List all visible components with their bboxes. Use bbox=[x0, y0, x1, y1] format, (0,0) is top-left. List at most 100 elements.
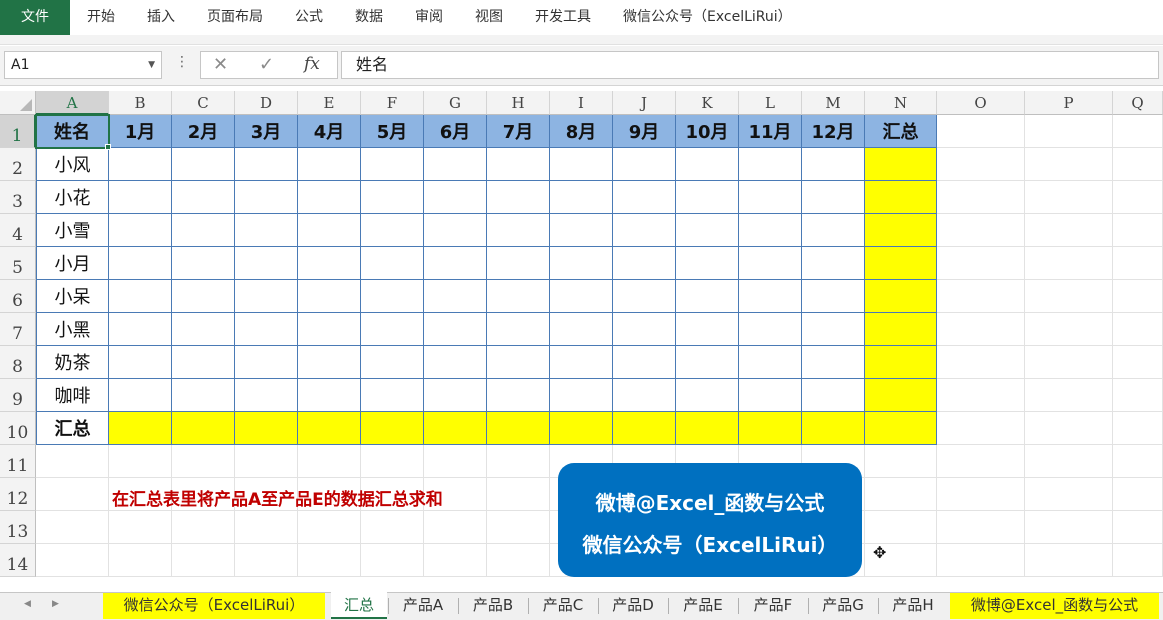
sheet-tab[interactable]: 微博@Excel_函数与公式 bbox=[950, 593, 1159, 619]
cell-e9[interactable] bbox=[298, 379, 361, 412]
cell-i3[interactable] bbox=[550, 181, 613, 214]
cell-e8[interactable] bbox=[298, 346, 361, 379]
row-header-10[interactable]: 10 bbox=[0, 412, 36, 445]
cell-b10[interactable] bbox=[109, 412, 172, 445]
cell-m6[interactable] bbox=[802, 280, 865, 313]
select-all-corner[interactable] bbox=[0, 91, 36, 115]
column-header-e[interactable]: E bbox=[298, 91, 361, 115]
cell-g4[interactable] bbox=[424, 214, 487, 247]
cell-i6[interactable] bbox=[550, 280, 613, 313]
column-header-n[interactable]: N bbox=[865, 91, 937, 115]
cell-a3[interactable]: 小花 bbox=[36, 181, 109, 214]
row-header-1[interactable]: 1 bbox=[0, 115, 36, 148]
cell-l7[interactable] bbox=[739, 313, 802, 346]
cell-j1[interactable]: 9月 bbox=[613, 115, 676, 148]
cancel-icon[interactable]: ✕ bbox=[213, 54, 228, 75]
cell-f3[interactable] bbox=[361, 181, 424, 214]
cell-k2[interactable] bbox=[676, 148, 739, 181]
cell-d2[interactable] bbox=[235, 148, 298, 181]
ribbon-tab-home[interactable]: 开始 bbox=[71, 0, 131, 35]
cell-l5[interactable] bbox=[739, 247, 802, 280]
cell-n1[interactable]: 汇总 bbox=[865, 115, 937, 148]
row-header-4[interactable]: 4 bbox=[0, 214, 36, 247]
cell-j6[interactable] bbox=[613, 280, 676, 313]
fill-handle[interactable] bbox=[105, 144, 111, 150]
cell-d8[interactable] bbox=[235, 346, 298, 379]
cell-b3[interactable] bbox=[109, 181, 172, 214]
cell-b7[interactable] bbox=[109, 313, 172, 346]
cell-i5[interactable] bbox=[550, 247, 613, 280]
sheet-tab[interactable]: 产品D bbox=[601, 593, 665, 619]
cell-l9[interactable] bbox=[739, 379, 802, 412]
cell-d6[interactable] bbox=[235, 280, 298, 313]
cell-d10[interactable] bbox=[235, 412, 298, 445]
sheet-tab[interactable]: 产品A bbox=[391, 593, 455, 619]
cell-k8[interactable] bbox=[676, 346, 739, 379]
cell-c2[interactable] bbox=[172, 148, 235, 181]
cell-g2[interactable] bbox=[424, 148, 487, 181]
cell-f5[interactable] bbox=[361, 247, 424, 280]
cell-f2[interactable] bbox=[361, 148, 424, 181]
cell-j10[interactable] bbox=[613, 412, 676, 445]
cell-g8[interactable] bbox=[424, 346, 487, 379]
more-options-icon[interactable]: ⋮ bbox=[175, 54, 189, 70]
cell-e10[interactable] bbox=[298, 412, 361, 445]
column-header-m[interactable]: M bbox=[802, 91, 865, 115]
cell-b6[interactable] bbox=[109, 280, 172, 313]
cell-k1[interactable]: 10月 bbox=[676, 115, 739, 148]
cell-j4[interactable] bbox=[613, 214, 676, 247]
cell-l6[interactable] bbox=[739, 280, 802, 313]
ribbon-tab-data[interactable]: 数据 bbox=[339, 0, 399, 35]
ribbon-tab-wechat[interactable]: 微信公众号（ExcelLiRui） bbox=[607, 0, 808, 35]
formula-input[interactable]: 姓名 bbox=[341, 51, 1159, 79]
cell-c5[interactable] bbox=[172, 247, 235, 280]
cell-l8[interactable] bbox=[739, 346, 802, 379]
cell-a1[interactable]: 姓名 bbox=[36, 115, 109, 148]
column-header-b[interactable]: B bbox=[109, 91, 172, 115]
cell-j8[interactable] bbox=[613, 346, 676, 379]
cell-e3[interactable] bbox=[298, 181, 361, 214]
sheet-tab[interactable]: 产品F bbox=[741, 593, 805, 619]
cell-n6[interactable] bbox=[865, 280, 937, 313]
cell-b2[interactable] bbox=[109, 148, 172, 181]
cell-n7[interactable] bbox=[865, 313, 937, 346]
ribbon-tab-review[interactable]: 审阅 bbox=[399, 0, 459, 35]
column-header-k[interactable]: K bbox=[676, 91, 739, 115]
cell-i8[interactable] bbox=[550, 346, 613, 379]
cell-f9[interactable] bbox=[361, 379, 424, 412]
scroll-right-icon[interactable]: ▶ bbox=[52, 599, 59, 609]
cell-a4[interactable]: 小雪 bbox=[36, 214, 109, 247]
cell-n5[interactable] bbox=[865, 247, 937, 280]
cell-n9[interactable] bbox=[865, 379, 937, 412]
cell-k3[interactable] bbox=[676, 181, 739, 214]
sheet-tab[interactable]: 产品H bbox=[881, 593, 945, 619]
cell-k7[interactable] bbox=[676, 313, 739, 346]
cell-d7[interactable] bbox=[235, 313, 298, 346]
cell-b8[interactable] bbox=[109, 346, 172, 379]
cell-d9[interactable] bbox=[235, 379, 298, 412]
cell-h10[interactable] bbox=[487, 412, 550, 445]
cell-l3[interactable] bbox=[739, 181, 802, 214]
cell-h9[interactable] bbox=[487, 379, 550, 412]
cell-c6[interactable] bbox=[172, 280, 235, 313]
cell-m10[interactable] bbox=[802, 412, 865, 445]
cell-h3[interactable] bbox=[487, 181, 550, 214]
row-header-8[interactable]: 8 bbox=[0, 346, 36, 379]
cell-l1[interactable]: 11月 bbox=[739, 115, 802, 148]
cell-h7[interactable] bbox=[487, 313, 550, 346]
cell-i10[interactable] bbox=[550, 412, 613, 445]
cell-f8[interactable] bbox=[361, 346, 424, 379]
cell-j7[interactable] bbox=[613, 313, 676, 346]
cell-c10[interactable] bbox=[172, 412, 235, 445]
cell-b1[interactable]: 1月 bbox=[109, 115, 172, 148]
row-header-6[interactable]: 6 bbox=[0, 280, 36, 313]
column-header-g[interactable]: G bbox=[424, 91, 487, 115]
insert-function-icon[interactable]: fx bbox=[304, 54, 320, 74]
cell-g10[interactable] bbox=[424, 412, 487, 445]
cell-m4[interactable] bbox=[802, 214, 865, 247]
cell-m2[interactable] bbox=[802, 148, 865, 181]
column-header-i[interactable]: I bbox=[550, 91, 613, 115]
cell-h5[interactable] bbox=[487, 247, 550, 280]
cell-n3[interactable] bbox=[865, 181, 937, 214]
cell-n8[interactable] bbox=[865, 346, 937, 379]
